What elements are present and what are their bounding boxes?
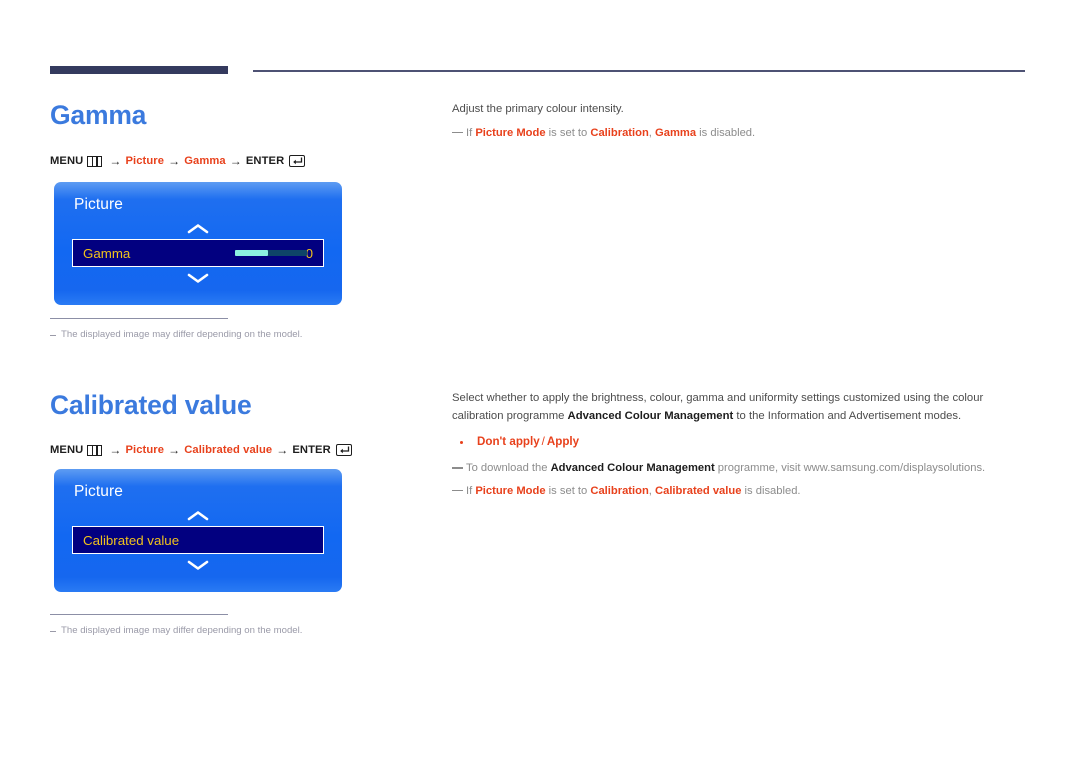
breadcrumb-step-picture: Picture (125, 444, 165, 456)
description-intro: Select whether to apply the brightness, … (452, 392, 984, 422)
description-intro: Adjust the primary colour intensity. (452, 103, 624, 115)
option-apply[interactable]: Apply (547, 435, 579, 448)
options-bullet: Don't apply / Apply (452, 434, 1027, 450)
breadcrumb-step-picture: Picture (125, 155, 165, 167)
gamma-slider[interactable] (235, 250, 307, 256)
note-row: If Picture Mode is set to Calibration, G… (452, 125, 1027, 142)
chevron-up-icon[interactable] (187, 222, 209, 234)
section-title-gamma: Gamma (50, 100, 147, 130)
osd-panel-gamma: Picture Gamma 0 (54, 182, 342, 305)
note-row: If Picture Mode is set to Calibration, C… (452, 483, 1027, 500)
breadcrumb-step-calibrated-value: Calibrated value (184, 444, 273, 456)
chevron-down-icon[interactable] (187, 271, 209, 283)
note-dash-icon (452, 131, 463, 134)
note-text: To download the Advanced Colour Manageme… (466, 462, 986, 474)
description-calibrated-value: Select whether to apply the brightness, … (452, 390, 1027, 499)
footnote-calibrated-value: The displayed image may differ depending… (50, 614, 380, 636)
gamma-slider-fill (235, 250, 269, 256)
footnote-text-wrap: The displayed image may differ depending… (50, 625, 380, 636)
footnote-text: The displayed image may differ depending… (61, 329, 303, 341)
osd-title: Picture (74, 196, 123, 213)
menu-icon (87, 155, 103, 167)
osd-title: Picture (74, 483, 123, 500)
breadcrumb-step-gamma: Gamma (184, 155, 226, 167)
note-text: If Picture Mode is set to Calibration, G… (466, 126, 756, 139)
breadcrumb-arrow-3: → (276, 443, 289, 457)
osd-row-gamma[interactable]: Gamma 0 (72, 239, 324, 267)
footnote-rule (50, 318, 228, 320)
option-separator: / (541, 435, 545, 448)
description-gamma: Adjust the primary colour intensity. If … (452, 101, 1027, 141)
note-row: To download the Advanced Colour Manageme… (452, 460, 1027, 477)
osd-row-label: Calibrated value (83, 532, 180, 548)
note-text: If Picture Mode is set to Calibration, C… (466, 484, 801, 497)
breadcrumb-menu-label: MENU (50, 155, 84, 167)
footnote-text-wrap: The displayed image may differ depending… (50, 329, 380, 340)
breadcrumb-arrow-1: → (109, 443, 122, 457)
enter-return-icon (289, 155, 306, 167)
footnote-rule (50, 614, 228, 616)
breadcrumb-calibrated-value: MENU → Picture → Calibrated value → ENTE… (50, 443, 352, 457)
enter-return-icon (335, 444, 352, 456)
breadcrumb-arrow-1: → (109, 154, 122, 168)
breadcrumb-gamma: MENU → Picture → Gamma → ENTER (50, 154, 306, 168)
header-rule-thick (50, 66, 228, 74)
breadcrumb-enter-label: ENTER (245, 155, 285, 167)
breadcrumb-arrow-2: → (168, 443, 181, 457)
breadcrumb-arrow-3: → (229, 154, 242, 168)
header-rule-thin (253, 70, 1025, 72)
menu-icon (87, 444, 103, 456)
chevron-down-icon[interactable] (187, 558, 209, 570)
osd-row-label: Gamma (83, 245, 131, 261)
osd-row-calibrated-value[interactable]: Calibrated value (72, 526, 324, 554)
bullet-dot-icon (460, 441, 463, 444)
breadcrumb-arrow-2: → (168, 154, 181, 168)
note-dash-icon (452, 489, 463, 492)
footnote-dash-icon (50, 631, 56, 633)
page-header-rule (50, 66, 1025, 76)
section-title-calibrated-value: Calibrated value (50, 390, 252, 420)
osd-panel-calibrated-value: Picture Calibrated value (54, 469, 342, 592)
footnote-text: The displayed image may differ depending… (61, 625, 303, 637)
chevron-up-icon[interactable] (187, 509, 209, 521)
manual-page: Gamma MENU → Picture → Gamma → ENTER Pic… (0, 0, 1080, 763)
breadcrumb-enter-label: ENTER (292, 444, 331, 456)
option-dont-apply[interactable]: Don't apply (477, 435, 540, 448)
footnote-gamma: The displayed image may differ depending… (50, 318, 380, 340)
footnote-dash-icon (50, 335, 56, 337)
note-dash-icon (452, 467, 463, 469)
breadcrumb-menu-label: MENU (50, 444, 84, 456)
